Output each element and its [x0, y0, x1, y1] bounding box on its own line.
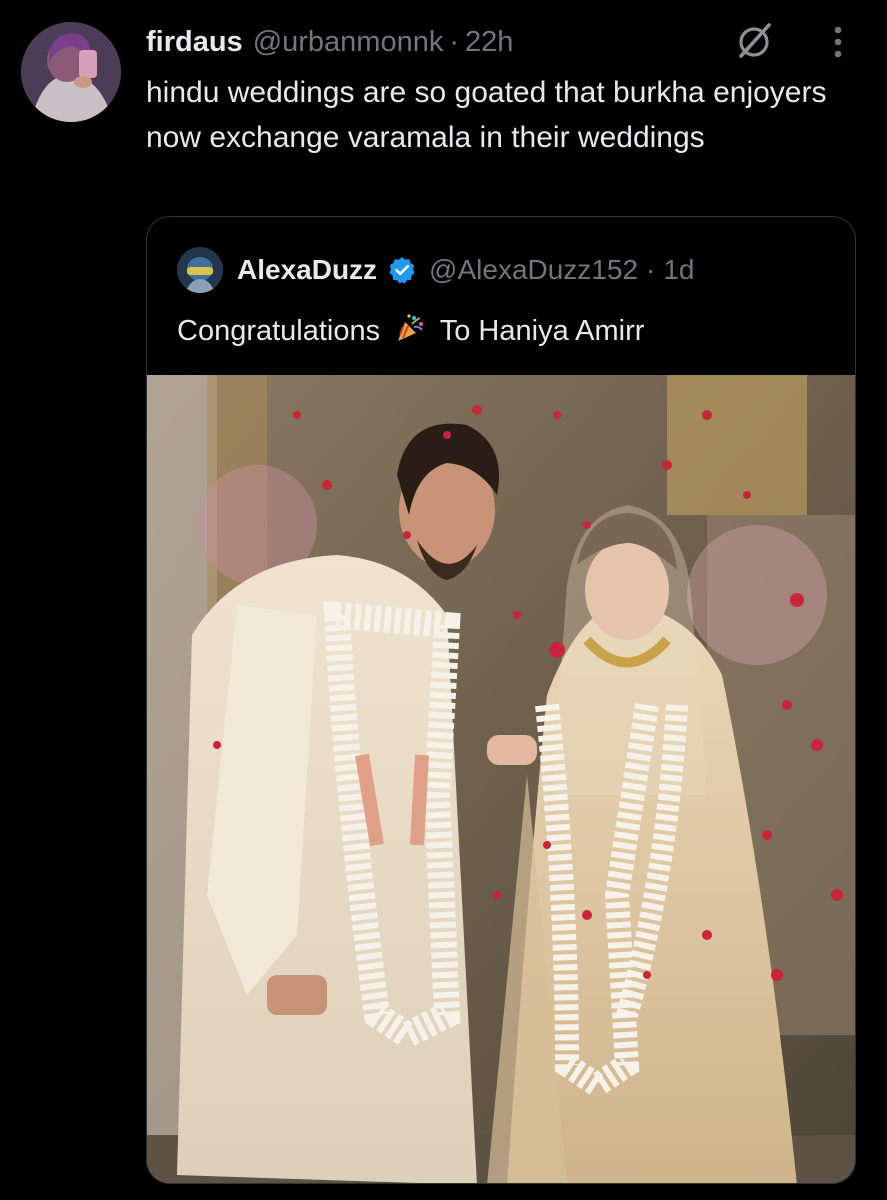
profile-photo — [21, 22, 121, 122]
quoted-tweet[interactable]: AlexaDuzz @AlexaDuzz152 · 1d Congratulat… — [146, 216, 856, 1184]
quoted-tweet-header: AlexaDuzz @AlexaDuzz152 · 1d — [237, 250, 695, 290]
quoted-text-end: To Haniya Amirr — [439, 315, 645, 347]
tweet[interactable]: firdaus @urbanmonnk · 22h hindu weddings… — [0, 0, 887, 1200]
verified-badge-icon — [387, 255, 417, 285]
party-popper-icon — [394, 312, 426, 357]
quoted-text-start: Congratulations — [177, 315, 381, 347]
more-options-button[interactable] — [818, 18, 858, 64]
separator: · — [449, 25, 460, 58]
author-name[interactable]: firdaus — [146, 26, 243, 59]
timestamp[interactable]: 22h — [465, 26, 513, 59]
quoted-author-handle[interactable]: @AlexaDuzz152 — [429, 254, 638, 286]
author-handle[interactable]: @urbanmonnk — [253, 26, 444, 59]
tweet-text: hindu weddings are so goated that burkha… — [146, 76, 827, 154]
quoted-timestamp[interactable]: 1d — [663, 254, 694, 286]
grok-icon — [739, 23, 771, 58]
grok-button[interactable] — [731, 18, 777, 64]
wedding-photo — [147, 375, 855, 1183]
profile-photo — [177, 247, 223, 293]
more-options-icon — [834, 26, 842, 58]
author-avatar[interactable] — [21, 22, 121, 122]
quoted-tweet-media[interactable] — [147, 375, 855, 1183]
quoted-tweet-text: Congratulations To Haniya Amirr — [177, 309, 644, 357]
tweet-header: firdaus @urbanmonnk · 22h — [146, 22, 513, 62]
quoted-author-name[interactable]: AlexaDuzz — [237, 254, 377, 286]
separator: · — [646, 254, 656, 285]
quoted-author-avatar[interactable] — [177, 247, 223, 293]
